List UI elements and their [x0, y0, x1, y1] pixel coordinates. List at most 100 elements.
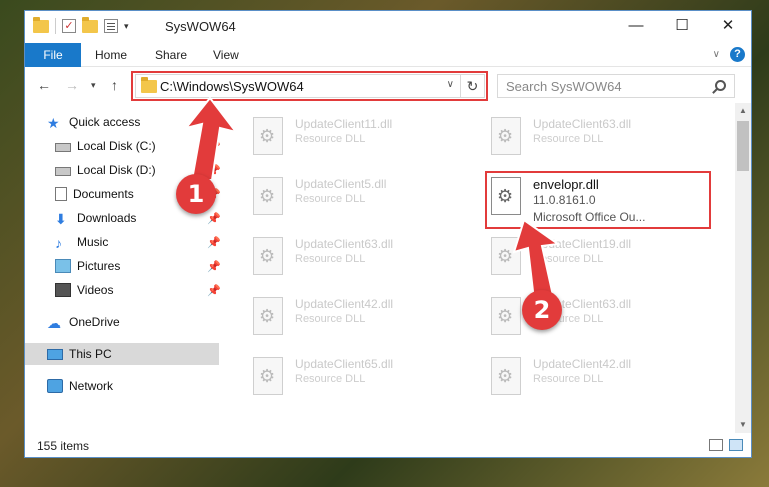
nav-item-label: Music [77, 235, 109, 249]
nav-item-this-pc[interactable]: This PC [25, 343, 219, 365]
star-icon: ★ [47, 115, 60, 131]
tab-file[interactable]: File [25, 43, 81, 67]
file-name: UpdateClient11.dll [295, 117, 393, 131]
file-type: Resource DLL [295, 193, 366, 205]
new-folder-icon[interactable] [82, 16, 98, 33]
expand-ribbon-chevron-icon[interactable]: ∨ [713, 49, 720, 60]
file-tile[interactable]: UpdateClient42.dll Resource DLL [245, 291, 465, 347]
nav-item-onedrive[interactable]: ☁ OneDrive [47, 311, 217, 333]
file-tile[interactable]: UpdateClient63.dll Resource DLL [483, 111, 703, 167]
vertical-scrollbar[interactable]: ▲ ▼ [735, 103, 751, 433]
network-icon [47, 379, 63, 393]
minimize-button[interactable]: — [613, 11, 659, 41]
file-tile[interactable]: UpdateClient5.dll Resource DLL [245, 171, 465, 227]
tab-view[interactable]: View [213, 43, 239, 67]
ribbon-tabs: File Home Share View ∨ ? [25, 43, 751, 67]
nav-item-label: Pictures [77, 259, 121, 273]
file-type: Resource DLL [295, 373, 366, 385]
customize-toolbar-chevron-icon[interactable]: ▾ [124, 21, 129, 32]
nav-item-label: Videos [77, 283, 114, 297]
pin-icon[interactable]: 📌 [207, 260, 221, 273]
properties-check-icon[interactable]: ✓ [62, 19, 76, 33]
documents-icon [55, 187, 67, 201]
downloads-icon: ⬇ [55, 211, 67, 227]
quick-access-toolbar: ✓ ▾ [33, 16, 129, 34]
file-name: UpdateClient42.dll [533, 357, 632, 371]
file-tile[interactable]: UpdateClient19.dll Resource DLL [483, 231, 703, 287]
item-count: 155 items [37, 439, 90, 453]
file-type: Resource DLL [295, 253, 366, 265]
scroll-down-icon[interactable]: ▼ [735, 417, 751, 433]
pin-icon[interactable]: 📌 [207, 212, 221, 225]
tiles-view-icon[interactable] [729, 439, 743, 451]
file-name: UpdateClient65.dll [295, 357, 394, 371]
navigation-pane: ★ Quick access Local Disk (C:) 📌 Local D… [25, 103, 221, 433]
nav-item-music[interactable]: ♪ Music 📌 [55, 231, 221, 253]
step-badge-2: 2 [522, 290, 562, 330]
nav-item-label: Local Disk (D:) [77, 163, 156, 177]
dll-file-icon [253, 297, 283, 335]
ribbon-right-controls: ∨ ? [713, 47, 745, 62]
search-placeholder: Search SysWOW64 [506, 79, 622, 94]
back-arrow-icon[interactable]: ← [37, 77, 51, 93]
maximize-button[interactable]: ☐ [659, 11, 705, 41]
nav-item-label: Quick access [69, 115, 141, 129]
nav-item-network[interactable]: Network [47, 375, 217, 397]
address-row: ← → ▾ ↑ C:\Windows\SysWOW64 ∨ ↻ Search S… [25, 67, 751, 103]
window-title: SysWOW64 [165, 19, 236, 34]
properties-icon[interactable] [104, 19, 118, 33]
dll-file-icon [491, 117, 521, 155]
dll-file-icon [253, 357, 283, 395]
file-tile[interactable]: UpdateClient42.dll Resource DLL [483, 351, 703, 407]
nav-item-label: Local Disk (C:) [77, 139, 156, 153]
file-tile[interactable]: UpdateClient63.dll Resource DLL [245, 231, 465, 287]
pin-icon[interactable]: 📌 [207, 164, 221, 177]
file-type: Resource DLL [533, 253, 604, 265]
disk-icon [55, 167, 71, 176]
nav-item-quick-access[interactable]: ★ Quick access [47, 111, 217, 133]
pin-icon[interactable]: 📌 [207, 284, 221, 297]
file-name: UpdateClient19.dll [533, 237, 632, 251]
dll-file-icon [253, 117, 283, 155]
videos-icon [55, 283, 71, 297]
file-explorer-window: ✓ ▾ SysWOW64 — ☐ ✕ File Home Share View … [24, 10, 752, 458]
search-input[interactable]: Search SysWOW64 [497, 74, 735, 98]
nav-item-label: Documents [73, 187, 134, 201]
details-view-icon[interactable] [709, 439, 723, 451]
nav-item-label: Network [69, 379, 114, 393]
file-tile[interactable]: UpdateClient65.dll Resource DLL [245, 351, 465, 407]
up-arrow-icon[interactable]: ↑ [111, 77, 118, 93]
help-icon[interactable]: ? [730, 47, 745, 62]
pin-icon[interactable]: 📌 [207, 140, 221, 153]
file-name: UpdateClient42.dll [295, 297, 394, 311]
file-tile[interactable]: UpdateClient11.dll Resource DLL [245, 111, 465, 167]
tab-home[interactable]: Home [95, 43, 127, 67]
music-icon: ♪ [55, 235, 62, 251]
dll-file-icon [253, 237, 283, 275]
search-icon [715, 80, 726, 91]
nav-item-local-disk-c[interactable]: Local Disk (C:) 📌 [55, 135, 221, 157]
pc-icon [47, 348, 63, 360]
close-button[interactable]: ✕ [705, 11, 751, 41]
step-badge-1: 1 [176, 174, 216, 214]
nav-item-videos[interactable]: Videos 📌 [55, 279, 221, 301]
disk-icon [55, 143, 71, 152]
recent-locations-chevron-icon[interactable]: ▾ [91, 80, 96, 91]
dll-file-icon [491, 357, 521, 395]
scroll-thumb[interactable] [737, 121, 749, 171]
scroll-up-icon[interactable]: ▲ [735, 103, 751, 119]
file-name: UpdateClient5.dll [295, 177, 387, 191]
pictures-icon [55, 259, 71, 273]
dll-file-icon [491, 237, 521, 275]
onedrive-icon: ☁ [47, 315, 61, 331]
file-name: UpdateClient63.dll [295, 237, 394, 251]
dll-file-icon [253, 177, 283, 215]
file-tile[interactable]: UpdateClient63.dll Resource DLL [483, 291, 703, 347]
folder-icon[interactable] [33, 16, 49, 33]
pin-icon[interactable]: 📌 [207, 236, 221, 249]
nav-item-label: OneDrive [69, 315, 120, 329]
tab-share[interactable]: Share [155, 43, 187, 67]
forward-arrow-icon[interactable]: → [65, 77, 79, 93]
status-bar: 155 items [25, 433, 751, 457]
nav-item-pictures[interactable]: Pictures 📌 [55, 255, 221, 277]
